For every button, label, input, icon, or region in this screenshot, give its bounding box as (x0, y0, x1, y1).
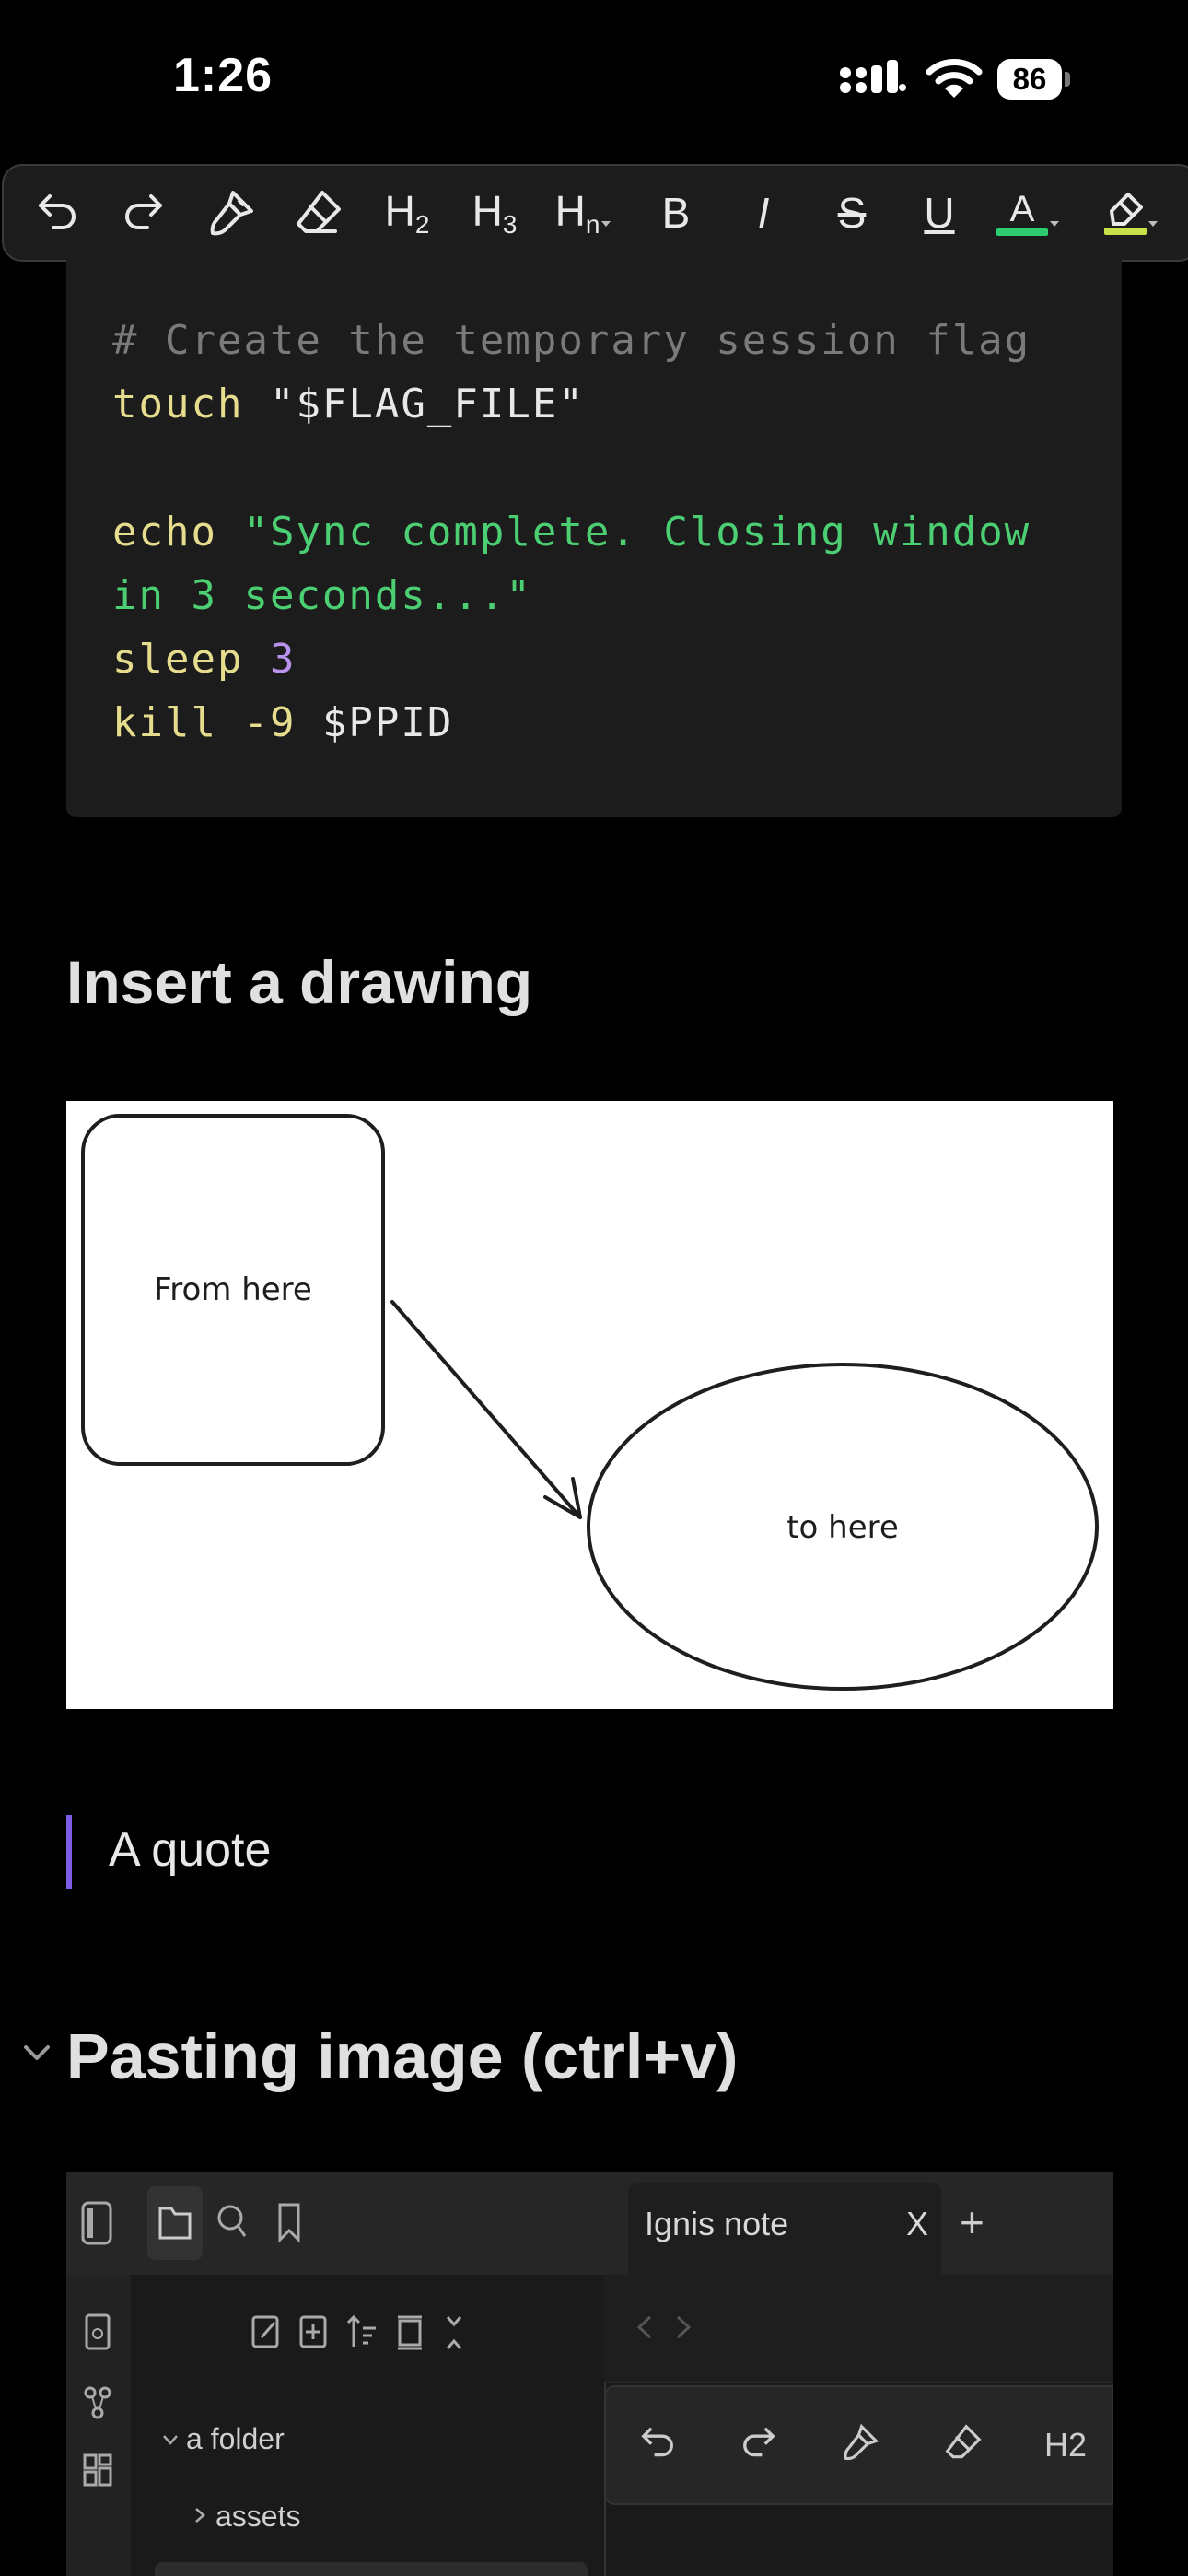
drawing-ellipse-label: to here (786, 1509, 899, 1546)
chevron-down-icon[interactable] (20, 2036, 53, 2069)
italic-label: I (757, 189, 770, 237)
new-note-icon (251, 2315, 279, 2348)
code-string-continued: in 3 seconds..." (112, 572, 532, 619)
section-heading-pasting[interactable]: Pasting image (ctrl+v) (66, 2020, 738, 2093)
graph-icon (84, 2386, 111, 2419)
pasted-image[interactable]: Ignis note X + a folder assets H2 (66, 2172, 1113, 2576)
collapse-icon (398, 2315, 422, 2350)
section-heading-drawing[interactable]: Insert a drawing (66, 947, 532, 1017)
strikethrough-label: S (837, 189, 867, 237)
heading-2-button[interactable]: H2 (370, 166, 444, 260)
pasted-tree-folder: a folder (186, 2422, 285, 2455)
wifi-icon (926, 59, 983, 98)
drawing-canvas[interactable]: From here to here (66, 1101, 1113, 1709)
folder-icon (158, 2207, 192, 2240)
code-command: echo (112, 509, 217, 556)
redo-button[interactable] (107, 166, 181, 260)
code-argument: $PPID (321, 699, 454, 746)
back-arrow-icon (636, 2315, 652, 2339)
heading-n-label: Hn (554, 187, 600, 239)
bookmark-icon (278, 2203, 300, 2243)
paint-brush-icon (210, 191, 253, 236)
pasted-tree-subfolder: assets (215, 2500, 301, 2533)
search-icon (217, 2205, 247, 2237)
italic-button[interactable]: I (727, 166, 800, 260)
bold-label: B (661, 189, 691, 237)
code-command: sleep (112, 636, 244, 683)
drawing-arrow (390, 1300, 582, 1519)
underline-label: U (924, 189, 955, 237)
code-block[interactable]: # Create the temporary session flag touc… (66, 260, 1122, 817)
file-search-icon (85, 2313, 111, 2350)
text-color-button[interactable]: A (987, 166, 1070, 260)
clear-format-button[interactable] (282, 166, 355, 260)
dropdown-caret-icon (1148, 221, 1158, 227)
pasted-tab-add: + (960, 2198, 984, 2246)
sort-icon (346, 2314, 376, 2347)
cellular-signal-icon (840, 60, 906, 93)
formatting-toolbar: H2 H3 Hn B I S U A (2, 164, 1188, 262)
expand-collapse-icon (446, 2316, 462, 2349)
bold-button[interactable]: B (639, 166, 713, 260)
highlighter-icon (1110, 193, 1143, 226)
code-line-echo: echo "Sync complete. Closing window (112, 509, 1031, 556)
blockquote-bar (66, 1815, 72, 1889)
pasted-tree-selection (155, 2562, 588, 2576)
dropdown-caret-icon (1050, 221, 1059, 227)
grid-icon (83, 2453, 112, 2487)
sidebar-toggle-icon (81, 2201, 112, 2245)
eraser-icon (945, 2424, 982, 2459)
strikethrough-button[interactable]: S (815, 166, 889, 260)
dropdown-caret-icon (601, 221, 611, 227)
highlight-button[interactable] (1090, 166, 1173, 260)
pasted-tab-close: X (906, 2205, 929, 2242)
heading-2-label: H2 (384, 187, 430, 239)
code-argument: "$FLAG_FILE" (269, 381, 585, 427)
text-color-swatch (996, 228, 1048, 236)
undo-icon (641, 2427, 673, 2457)
code-string: "Sync complete. Closing window (243, 509, 1031, 556)
heading-3-button[interactable]: H3 (458, 166, 531, 260)
eraser-icon (297, 191, 341, 233)
pasted-tab-title: Ignis note (645, 2205, 789, 2242)
code-line-kill: kill -9 $PPID (112, 699, 453, 746)
text-color-label: A (1009, 189, 1035, 229)
paint-brush-icon (844, 2423, 879, 2461)
code-number: 3 (269, 636, 297, 683)
code-command: touch (112, 381, 244, 427)
code-command: kill -9 (112, 699, 297, 746)
heading-3-label: H3 (472, 187, 518, 239)
heading-2-label: H2 (1044, 2426, 1088, 2464)
chevron-down-icon (163, 2435, 178, 2445)
heading-n-dropdown[interactable]: Hn (542, 166, 625, 260)
redo-icon (125, 194, 162, 229)
format-painter-button[interactable] (194, 166, 268, 260)
blockquote-text[interactable]: A quote (109, 1822, 271, 1878)
new-folder-icon (299, 2315, 327, 2348)
undo-icon (39, 194, 76, 229)
drawing-box-label: From here (154, 1271, 312, 1308)
code-comment: # Create the temporary session flag (112, 317, 1031, 364)
clock: 1:26 (173, 49, 274, 102)
forward-arrow-icon (676, 2315, 692, 2339)
underline-button[interactable]: U (903, 166, 976, 260)
battery-level: 86 (997, 59, 1062, 100)
highlight-color-swatch (1104, 228, 1147, 235)
redo-icon (743, 2427, 775, 2457)
chevron-right-icon (195, 2508, 205, 2523)
undo-button[interactable] (20, 166, 94, 260)
code-line-touch: touch "$FLAG_FILE" (112, 381, 585, 427)
code-line-sleep: sleep 3 (112, 636, 296, 683)
drawing-svg: From here to here (81, 1114, 1099, 1691)
battery-cap (1065, 72, 1070, 87)
status-bar: 1:26 86 (0, 0, 1188, 157)
